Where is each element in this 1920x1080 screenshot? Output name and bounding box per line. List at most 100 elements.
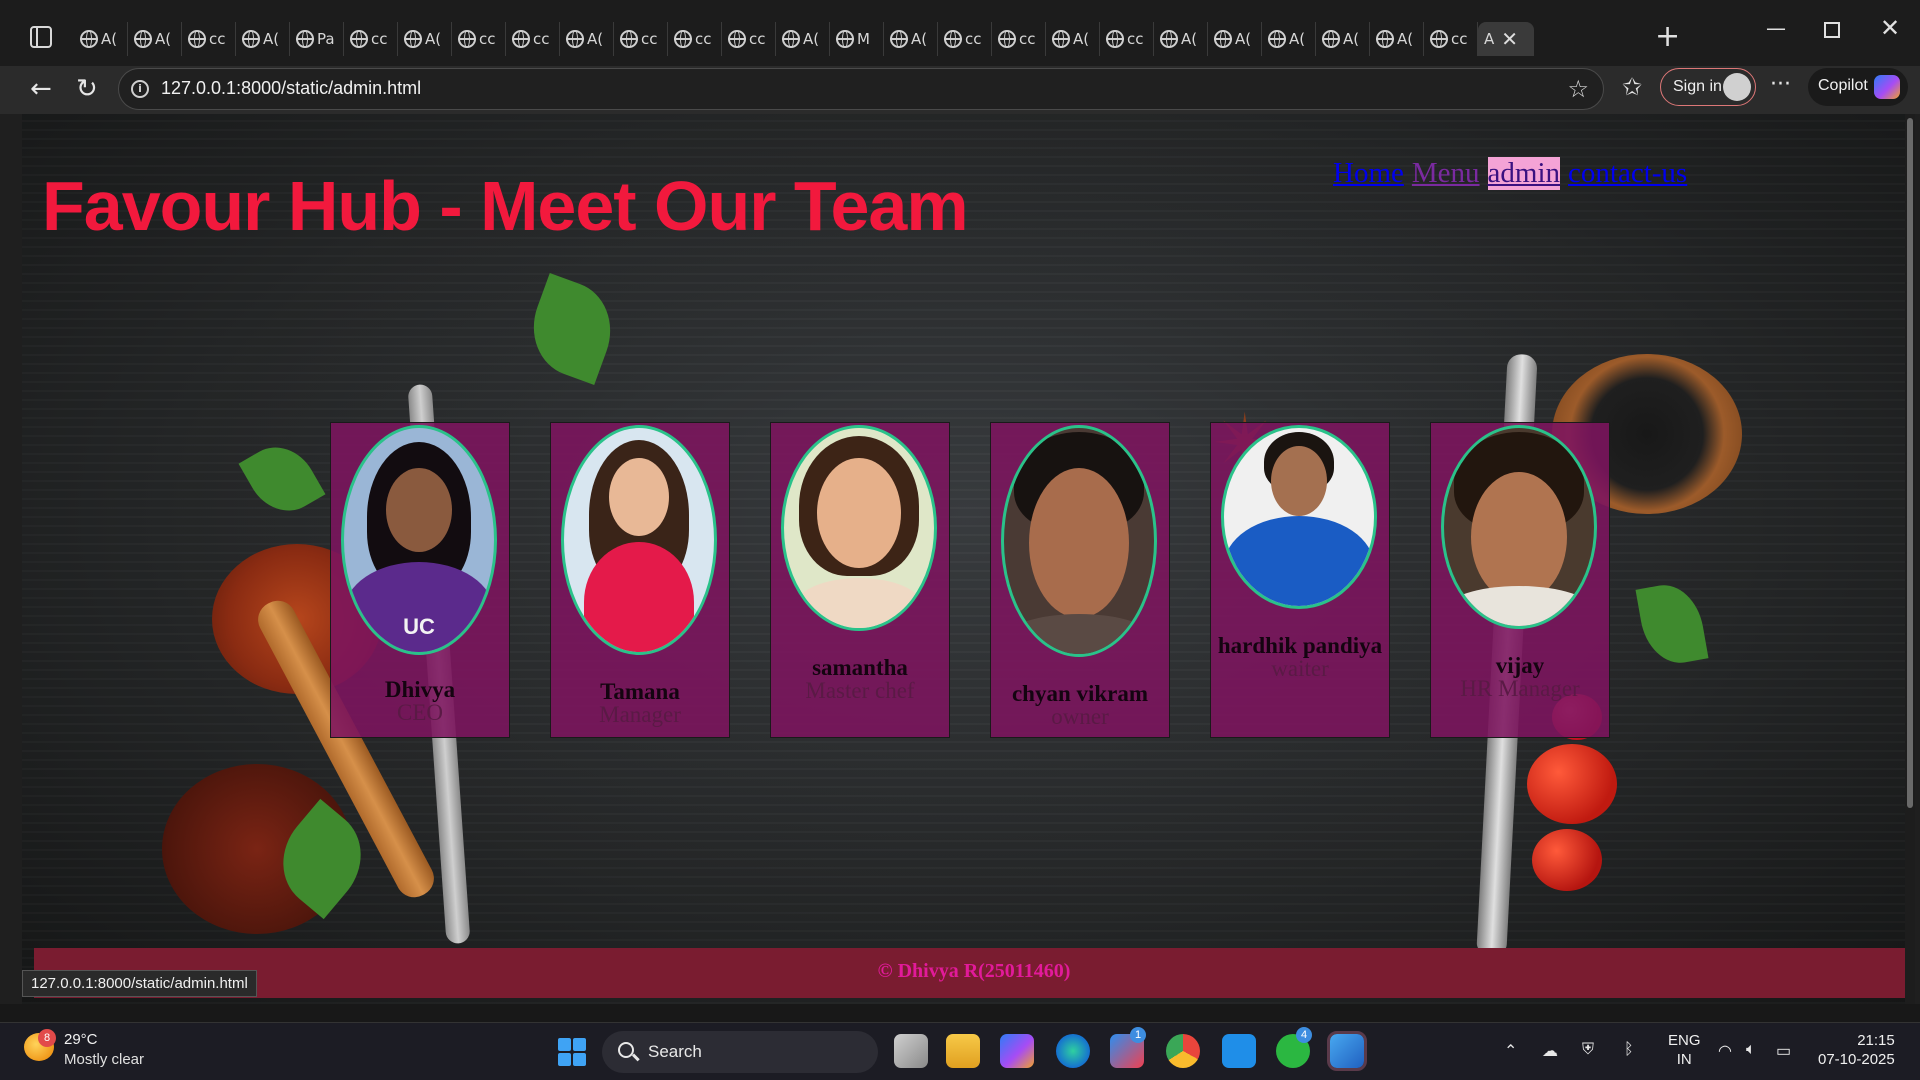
url-text[interactable]: 127.0.0.1:8000/static/admin.html — [161, 78, 421, 99]
browser-tab[interactable]: A ✕ — [1478, 22, 1534, 56]
browser-tab[interactable]: cc — [668, 22, 722, 56]
nav-link-home[interactable]: Home — [1333, 157, 1404, 190]
tab-label: A( — [803, 30, 820, 48]
browser-tab[interactable]: A( — [776, 22, 830, 56]
team-card: vijay HR Manager — [1430, 422, 1610, 738]
team-member-role: Master chef — [805, 678, 915, 703]
vscode-icon[interactable] — [1222, 1034, 1256, 1068]
tray-overflow-icon[interactable]: ⌃ — [1504, 1041, 1517, 1061]
browser-tab[interactable]: cc — [182, 22, 236, 56]
security-icon[interactable]: ⛨ — [1582, 1041, 1594, 1059]
team-photo-hardhik-pandiya — [1221, 425, 1377, 609]
globe-icon — [296, 30, 314, 48]
language-indicator[interactable]: ENG IN — [1668, 1031, 1701, 1069]
browser-tab[interactable]: cc — [614, 22, 668, 56]
close-window-icon[interactable]: ✕ — [1880, 14, 1900, 42]
weather-description[interactable]: Mostly clear — [64, 1051, 144, 1068]
browser-tab[interactable]: A( — [1316, 22, 1370, 56]
windows-start-icon[interactable] — [558, 1038, 586, 1066]
globe-icon — [890, 30, 908, 48]
address-bar[interactable]: i 127.0.0.1:8000/static/admin.html ☆ — [118, 68, 1604, 110]
system-clock[interactable]: 21:15 07-10-2025 — [1818, 1031, 1895, 1069]
scrollbar-thumb[interactable] — [1907, 118, 1913, 808]
nav-link-admin[interactable]: admin — [1487, 157, 1561, 190]
globe-icon — [80, 30, 98, 48]
tab-label: A( — [155, 30, 172, 48]
tab-actions-icon[interactable] — [30, 26, 52, 48]
tab-label: cc — [1127, 30, 1144, 48]
tab-label: M — [857, 30, 870, 48]
browser-tab[interactable]: A( — [236, 22, 290, 56]
browser-tab[interactable]: A( — [74, 22, 128, 56]
globe-icon — [188, 30, 206, 48]
browser-tab[interactable]: A( — [1208, 22, 1262, 56]
browser-tab[interactable]: cc — [452, 22, 506, 56]
browser-tab[interactable]: A( — [884, 22, 938, 56]
browser-tab[interactable]: A( — [1154, 22, 1208, 56]
tomato-decor — [1527, 744, 1617, 824]
globe-icon — [512, 30, 530, 48]
site-info-icon[interactable]: i — [131, 80, 149, 98]
nav-link-menu[interactable]: Menu — [1412, 157, 1480, 190]
tab-label: A( — [1235, 30, 1252, 48]
globe-icon — [134, 30, 152, 48]
team-member-role: CEO — [397, 700, 443, 725]
volume-icon[interactable]: 🔈︎ — [1746, 1041, 1756, 1059]
search-label: Search — [648, 1042, 702, 1061]
browser-tab[interactable]: A( — [1370, 22, 1424, 56]
browser-tab[interactable]: A( — [1262, 22, 1316, 56]
browser-tab[interactable]: cc — [506, 22, 560, 56]
whatsapp-badge: 4 — [1296, 1027, 1312, 1043]
browser-tab[interactable]: cc — [1424, 22, 1478, 56]
browser-tab[interactable]: M — [830, 22, 884, 56]
tab-label: cc — [641, 30, 658, 48]
task-view-icon[interactable] — [894, 1034, 928, 1068]
chrome-icon[interactable] — [1166, 1034, 1200, 1068]
globe-icon — [242, 30, 260, 48]
browser-tab[interactable]: cc — [722, 22, 776, 56]
file-explorer-icon[interactable] — [946, 1034, 980, 1068]
maximize-icon[interactable] — [1824, 22, 1840, 38]
weather-temperature[interactable]: 29°C — [64, 1031, 98, 1048]
back-icon[interactable]: ← — [30, 74, 52, 104]
browser-tab[interactable]: A( — [398, 22, 452, 56]
team-card: hardhik pandiya waiter — [1210, 422, 1390, 738]
tab-label: A( — [1397, 30, 1414, 48]
reload-icon[interactable]: ↻ — [76, 74, 98, 104]
bluetooth-icon[interactable]: ᛒ — [1624, 1041, 1634, 1059]
sign-in-button[interactable]: Sign in — [1660, 68, 1756, 106]
browser-tab[interactable]: Pa — [290, 22, 344, 56]
battery-icon[interactable]: ▭ — [1776, 1041, 1791, 1061]
browser-tab[interactable]: A( — [128, 22, 182, 56]
tab-label: A( — [587, 30, 604, 48]
tab-label: A( — [911, 30, 928, 48]
minimize-icon[interactable]: — — [1766, 16, 1786, 40]
cloud-icon[interactable]: ☁ — [1542, 1041, 1558, 1061]
copilot-button[interactable]: Copilot — [1808, 68, 1908, 106]
taskbar-search[interactable]: Search — [602, 1031, 878, 1073]
team-photo-chyan-vikram — [1001, 425, 1157, 657]
nav-link-contact-us[interactable]: contact-us — [1568, 157, 1687, 190]
tab-label: A( — [1181, 30, 1198, 48]
copilot-app-icon[interactable] — [1000, 1034, 1034, 1068]
copilot-icon — [1874, 75, 1900, 99]
coriander-leaf-decor — [238, 433, 326, 525]
browser-tab[interactable]: cc — [938, 22, 992, 56]
more-options-icon[interactable]: ··· — [1770, 70, 1791, 100]
active-app-icon[interactable] — [1327, 1031, 1367, 1071]
edge-icon[interactable] — [1056, 1034, 1090, 1068]
browser-tab[interactable]: cc — [1100, 22, 1154, 56]
footer-copyright: © Dhivya R(25011460) — [877, 960, 1071, 982]
team-photo-samantha — [781, 425, 937, 631]
browser-tab[interactable]: A( — [560, 22, 614, 56]
new-tab-icon[interactable]: + — [1655, 22, 1680, 52]
page-scrollbar[interactable] — [1905, 114, 1915, 1004]
close-tab-icon[interactable]: ✕ — [1501, 27, 1518, 51]
tab-label: cc — [371, 30, 388, 48]
wifi-icon[interactable]: ◠ — [1718, 1041, 1732, 1061]
favorite-star-icon[interactable]: ☆ — [1567, 75, 1589, 103]
browser-tab[interactable]: cc — [992, 22, 1046, 56]
browser-tab[interactable]: A( — [1046, 22, 1100, 56]
browser-tab[interactable]: cc — [344, 22, 398, 56]
favorites-icon[interactable]: ✩ — [1622, 72, 1642, 102]
